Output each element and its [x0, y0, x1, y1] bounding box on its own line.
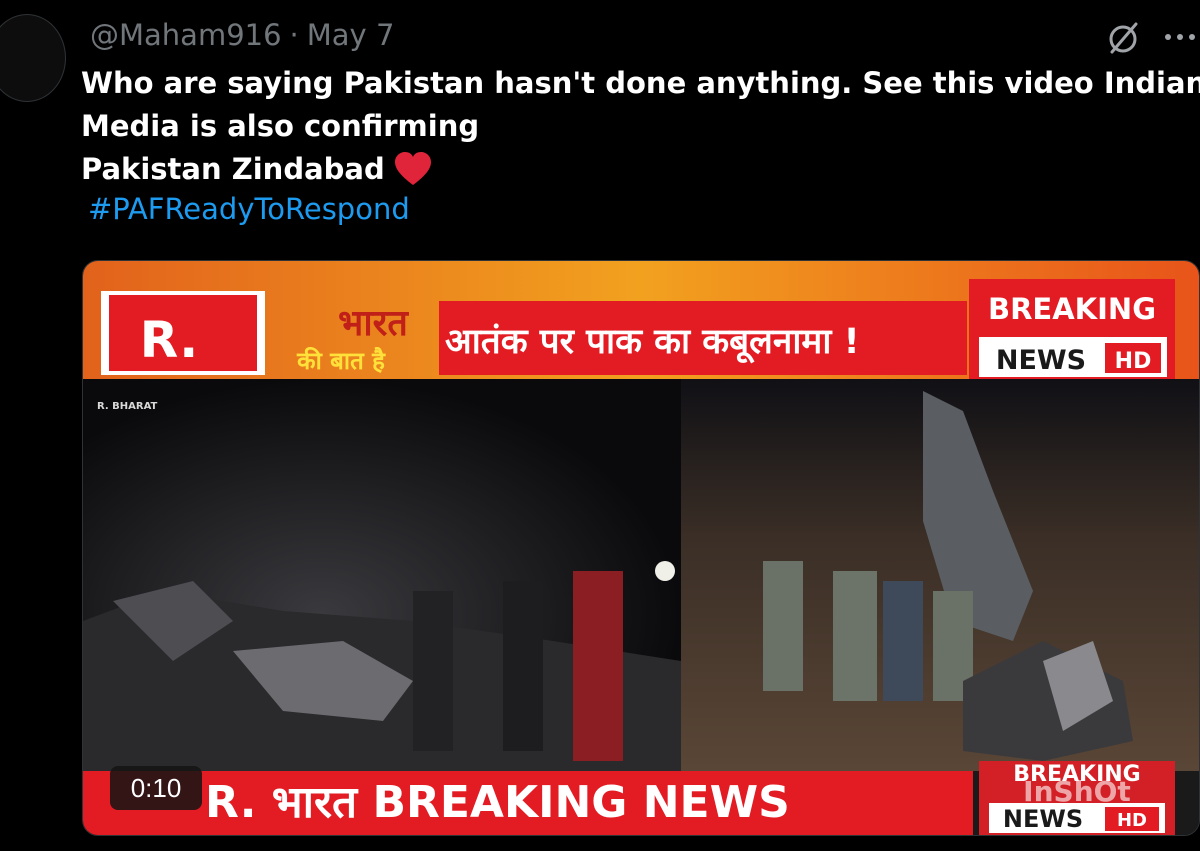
user-handle[interactable]: @Maham916 [90, 18, 282, 52]
grok-icon[interactable] [1103, 18, 1143, 58]
tweet-text-line-1: Who are saying Pakistan hasn't done anyt… [81, 66, 1200, 100]
tweet-text-line-3: Pakistan Zindabad [81, 148, 1181, 191]
breaking-badge-top: BREAKING [988, 292, 1156, 326]
corner-tag: R. BHARAT [97, 401, 158, 412]
channel-logo: R. [140, 311, 198, 369]
header-separator: · [289, 18, 299, 52]
video-duration: 0:10 [110, 766, 202, 810]
tweet-text: Who are saying Pakistan hasn't done anyt… [81, 62, 1200, 191]
tweet-text-line-2: Media is also confirming [81, 109, 480, 143]
show-logo-line2: की बात है [296, 347, 386, 375]
show-logo-line1: भारत [338, 303, 409, 344]
video-frame: R. भारत की बात है आतंक पर पाक का कबूलनाम… [83, 261, 1199, 835]
breaking-badge-hd: HD [1115, 349, 1152, 374]
bottom-badge-news: NEWS [1003, 805, 1083, 833]
tweet-date[interactable]: May 7 [307, 18, 395, 52]
heart-icon [394, 152, 431, 185]
tweet-text-line-3-label: Pakistan Zindabad [81, 152, 385, 186]
hashtag-link[interactable]: #PAFReadyToRespond [88, 192, 410, 226]
tweet-header: @Maham916 · May 7 [90, 18, 394, 52]
breaking-badge-news: NEWS [996, 345, 1086, 376]
top-headline: आतंक पर पाक का कबूलनामा ! [445, 322, 860, 364]
video-player[interactable]: R. भारत की बात है आतंक पर पाक का कबूलनाम… [82, 260, 1200, 836]
avatar[interactable] [0, 14, 66, 102]
bottom-badge-hd: HD [1117, 810, 1147, 831]
more-icon[interactable] [1160, 20, 1200, 54]
bottom-ticker: R. भारत BREAKING NEWS [205, 777, 790, 828]
